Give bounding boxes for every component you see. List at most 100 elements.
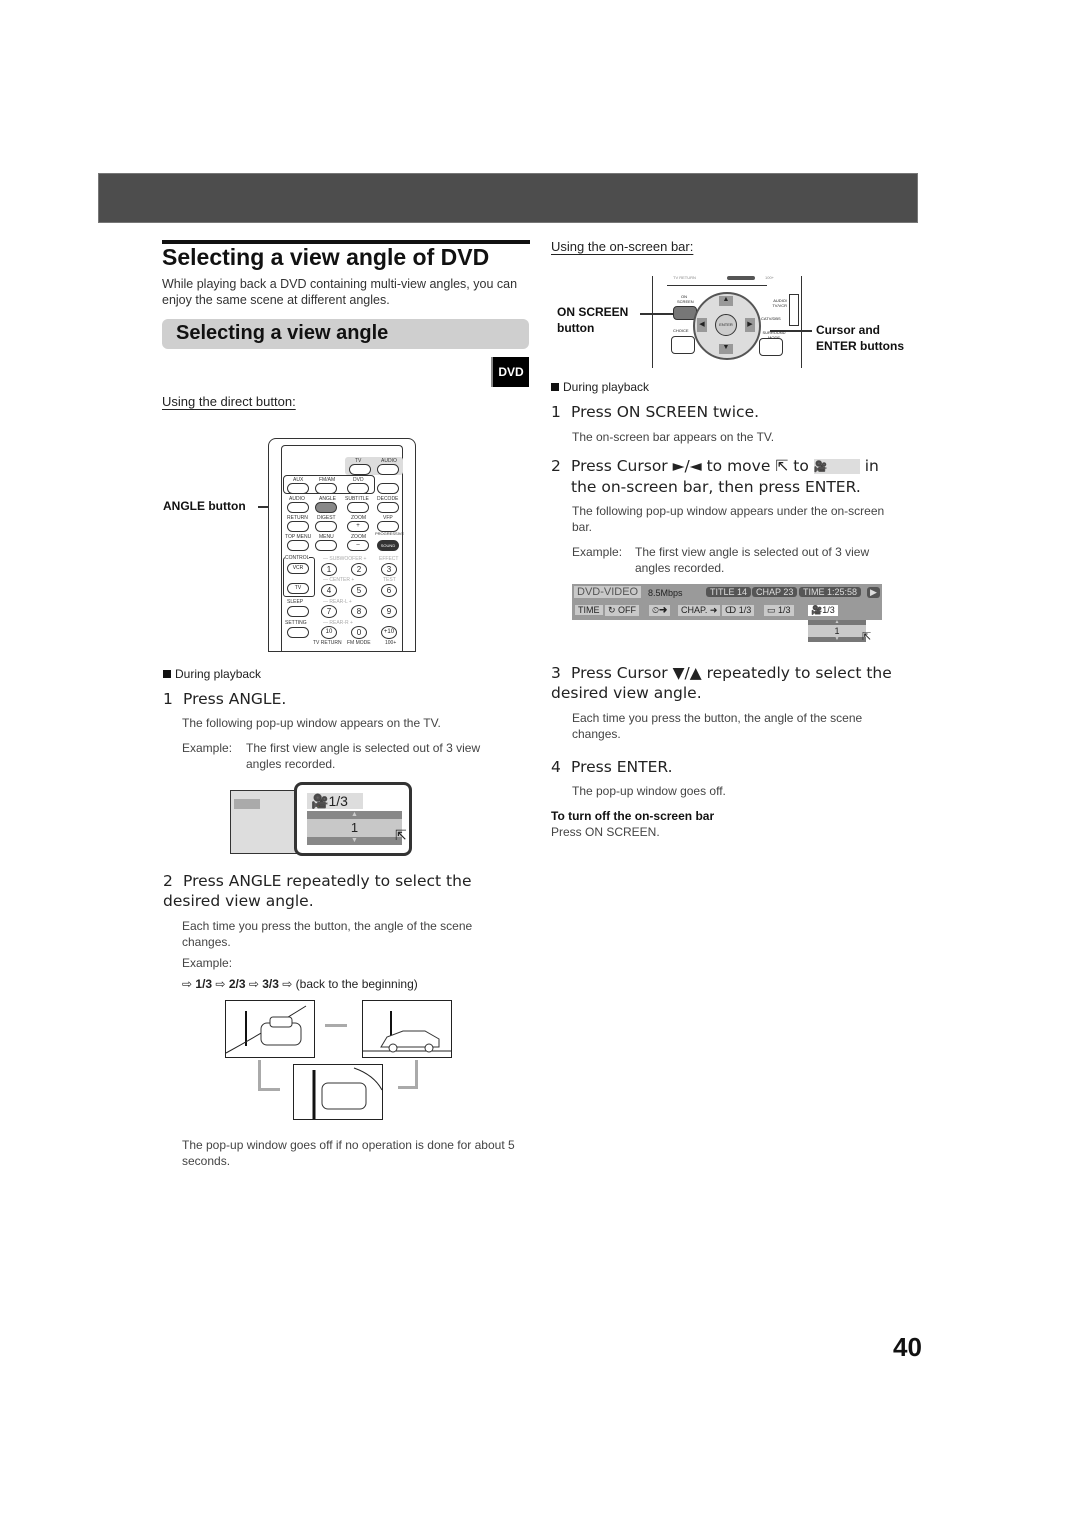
- number-0-button[interactable]: 0: [351, 626, 367, 639]
- number-9-button[interactable]: 9: [381, 605, 397, 618]
- audio-value: 1/3: [738, 605, 752, 615]
- mode-switch[interactable]: [789, 294, 799, 326]
- catv-label: CATV/DBS: [761, 316, 781, 321]
- topmenu-button[interactable]: [287, 540, 309, 551]
- setting-button[interactable]: [287, 627, 309, 638]
- number-7-button[interactable]: 7: [321, 605, 337, 618]
- during-playback-bullet-left: During playback: [163, 667, 261, 681]
- left-step-1-body: The following pop-up window appears on t…: [182, 716, 441, 730]
- car-illustration: [312, 1067, 383, 1119]
- zoom-plus-button[interactable]: +: [347, 521, 369, 532]
- remote-partial-illustration: TV RETURN 100+ ON SCREEN CHOICE ▲ ▼ ◀ ▶ …: [652, 275, 802, 368]
- on-screen-callout-2: button: [557, 321, 595, 335]
- flow-arrow-down: [415, 1060, 418, 1088]
- osd-audio[interactable]: ↀ 1/3: [722, 605, 755, 616]
- fm-mode-button[interactable]: [727, 276, 755, 280]
- number-plus10-button[interactable]: +10: [381, 626, 397, 639]
- scene-angle-2: [362, 1000, 452, 1058]
- repeat-icon: ↻: [608, 605, 619, 615]
- cursor-down-button[interactable]: ▼: [719, 344, 733, 354]
- right-step-1-body: The on-screen bar appears on the TV.: [572, 430, 775, 444]
- number-6-button[interactable]: 6: [381, 584, 397, 597]
- control-vcr-button[interactable]: VCR: [287, 563, 309, 574]
- osd-angle-popup: ▲ 1 ▼: [808, 620, 866, 642]
- osd-time-mode[interactable]: TIME: [575, 605, 603, 615]
- example-text: The first view angle is selected out of …: [246, 741, 481, 771]
- osd-subtitle[interactable]: ▭ 1/3: [764, 605, 794, 616]
- angle-selector: ▲ 1 ▼: [307, 811, 402, 849]
- vcr-power-button[interactable]: [377, 483, 399, 494]
- digest-button[interactable]: [315, 521, 337, 532]
- sound-button[interactable]: SOUND: [377, 540, 399, 551]
- cursor-right-button[interactable]: ▶: [745, 318, 755, 332]
- aux-button[interactable]: [287, 483, 309, 494]
- number-10-button[interactable]: 10: [321, 626, 337, 639]
- tv-return-label: TV RETURN: [673, 275, 696, 280]
- step-number: 2: [163, 872, 173, 890]
- car-illustration: [225, 1005, 307, 1054]
- osd-chapsearch[interactable]: CHAP. ➜: [678, 605, 721, 616]
- audio-power-button[interactable]: [377, 464, 399, 475]
- sequence-step: 3/3: [262, 977, 279, 991]
- number-3-button[interactable]: 3: [381, 563, 397, 576]
- audio-button[interactable]: [287, 502, 309, 513]
- left-step-2: 2 Press ANGLE repeatedly to select the de…: [163, 871, 533, 911]
- step-text: Press ON SCREEN twice.: [571, 403, 760, 421]
- cursor-arrow-icon: ⇱: [775, 457, 789, 475]
- control-label: CONTROL: [285, 555, 310, 561]
- step-number: 2: [551, 457, 561, 475]
- choice-label: CHOICE: [673, 328, 689, 333]
- sequence-end: (back to the beginning): [295, 977, 418, 991]
- return-button[interactable]: [287, 521, 309, 532]
- angle-indicator: 🎥1/3: [307, 793, 363, 809]
- bullet-text: During playback: [563, 380, 650, 394]
- angle-button-callout: ANGLE button: [163, 499, 246, 513]
- flow-arrow-left: [398, 1086, 418, 1089]
- step-text: Press ENTER.: [571, 758, 673, 776]
- divider: [667, 285, 767, 286]
- osd-timesearch[interactable]: ⏲➜: [649, 605, 671, 616]
- number-4-button[interactable]: 4: [321, 584, 337, 597]
- osd-angle[interactable]: 🎥1/3: [808, 605, 838, 616]
- onscreen-bar-subhead: Using the on-screen bar:: [551, 239, 694, 254]
- right-step-4: 4 Press ENTER.: [551, 757, 673, 777]
- cursor-left-button[interactable]: ◀: [697, 318, 707, 332]
- setting-label: SETTING: [285, 620, 307, 626]
- number-5-button[interactable]: 5: [351, 584, 367, 597]
- osd-repeat[interactable]: ↻ OFF: [605, 605, 640, 616]
- flow-arrow-up: [258, 1060, 261, 1090]
- step-number: 1: [163, 690, 173, 708]
- surround-mode-button[interactable]: [759, 338, 783, 356]
- zoom-minus-button[interactable]: –: [347, 540, 369, 551]
- hundred-label: 100+: [765, 275, 775, 280]
- control-tv-button[interactable]: TV: [287, 583, 309, 594]
- angle-button[interactable]: [315, 502, 337, 513]
- fmam-button[interactable]: [315, 483, 337, 494]
- osd-next-icon[interactable]: ▶: [867, 587, 880, 598]
- number-2-button[interactable]: 2: [351, 563, 367, 576]
- cursor-callout-2: ENTER buttons: [816, 339, 904, 353]
- subtitle-button[interactable]: [347, 502, 369, 513]
- tv-power-button[interactable]: [349, 464, 371, 475]
- right-step-4-body: The pop-up window goes off.: [572, 784, 726, 798]
- menu-button[interactable]: [315, 540, 337, 551]
- number-8-button[interactable]: 8: [351, 605, 367, 618]
- test-label: TEST: [383, 577, 396, 583]
- sequence-step: 2/3: [228, 977, 246, 991]
- number-1-button[interactable]: 1: [321, 563, 337, 576]
- repeat-value: OFF: [618, 605, 637, 615]
- arrow-icon: ⇨: [182, 977, 196, 991]
- step-text: Press ANGLE repeatedly to select the des…: [163, 872, 472, 910]
- choice-button[interactable]: [671, 336, 695, 354]
- audio-tv-label: AUDIO/ TV/VCR: [772, 298, 787, 308]
- cursor-up-button[interactable]: ▲: [719, 296, 733, 306]
- scene-angle-1: [225, 1000, 315, 1058]
- sleep-button[interactable]: [287, 606, 309, 617]
- flow-arrow-right: [325, 1024, 347, 1027]
- dvd-button[interactable]: [347, 483, 369, 494]
- enter-button[interactable]: ENTER: [715, 314, 737, 336]
- chap-label: CHAP.: [681, 605, 708, 615]
- cursor-callout: Cursor and: [816, 323, 881, 337]
- example-label: Example:: [182, 741, 233, 755]
- decode-button[interactable]: [377, 502, 399, 513]
